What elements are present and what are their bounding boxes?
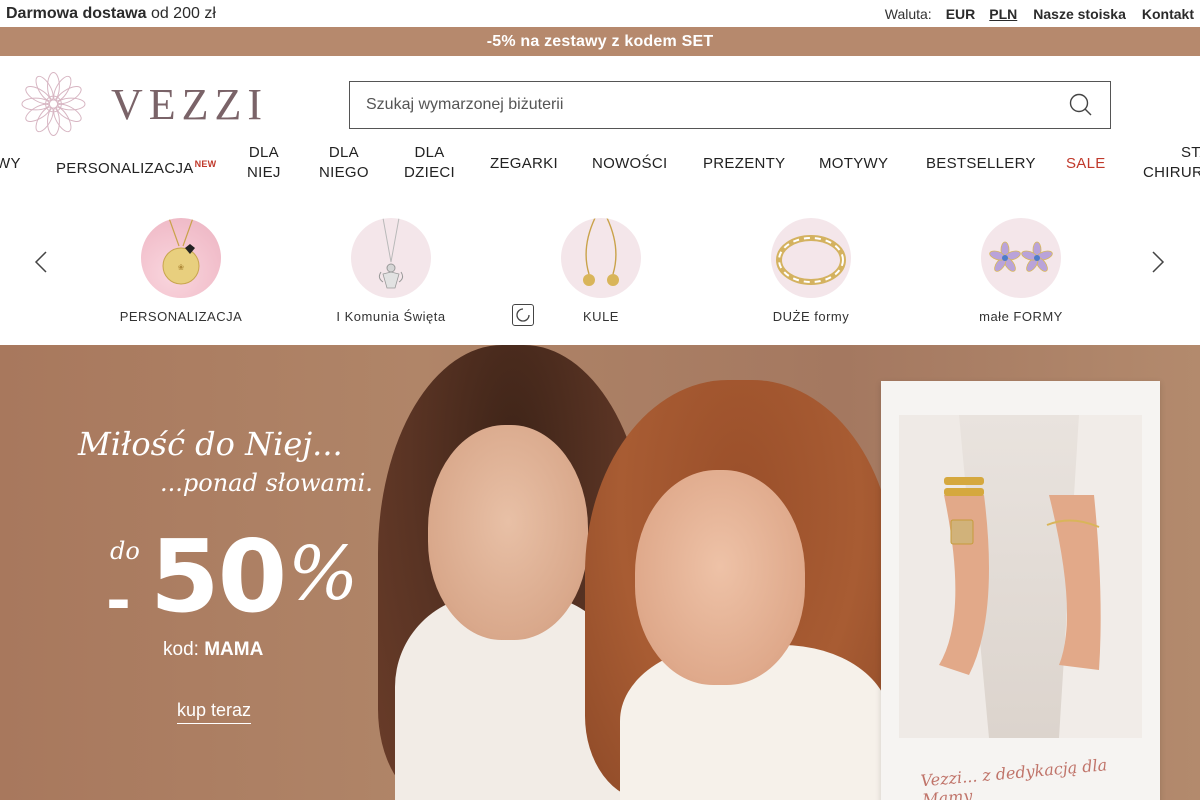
mandala-logo-icon — [21, 71, 86, 137]
nav-item-dla-dzieci[interactable]: DLA DZIECI — [404, 143, 455, 183]
promo-bar[interactable]: -5% na zestawy z kodem SET — [0, 27, 1200, 56]
nav-label: PREZENTY — [703, 155, 786, 172]
search-icon[interactable] — [1068, 92, 1094, 118]
promo-code-value: MAMA — [204, 639, 264, 660]
nav-label: WY — [0, 155, 21, 172]
discount-value: 50 — [150, 518, 287, 635]
nav-label: NOWOŚCI — [592, 155, 668, 172]
polaroid-photo: Vezzi... z dedykacją dla Mamy — [881, 381, 1160, 800]
category-duze-formy[interactable]: DUŻE formy — [721, 218, 901, 324]
nav-label: NIEGO — [319, 164, 369, 181]
nav-label: NIEJ — [247, 164, 281, 181]
contact-link[interactable]: Kontakt — [1142, 6, 1194, 22]
hero-banner[interactable]: Miłość do Niej... ...ponad słowami. do -… — [0, 345, 1200, 800]
utility-links: Waluta: EUR PLN Nasze stoiska Kontakt — [885, 6, 1194, 22]
nav-label: DLA — [248, 144, 279, 161]
nav-label: PERSONALIZACJA — [56, 160, 194, 177]
free-shipping-bold: Darmowa dostawa — [6, 4, 147, 22]
nav-label: MOTYWY — [819, 155, 889, 172]
nav-item-sale[interactable]: SALE — [1066, 154, 1106, 174]
currency-label: Waluta: — [884, 5, 932, 22]
category-carousel: ❀ PERSONALIZACJA I Komunia Święta KULE D… — [0, 210, 1200, 330]
angel-necklace-image — [351, 218, 431, 298]
nav-label: CHIRUR — [1143, 164, 1200, 181]
stores-link[interactable]: Nasze stoiska — [1033, 6, 1126, 22]
ball-necklace-image — [561, 218, 641, 298]
chevron-left-icon[interactable] — [30, 250, 54, 274]
category-personalizacja[interactable]: ❀ PERSONALIZACJA — [91, 218, 271, 324]
logo-wordmark: VEZZI — [110, 79, 268, 129]
svg-text:❀: ❀ — [178, 263, 185, 272]
engraved-pendant-image: ❀ — [141, 218, 221, 298]
shop-now-link[interactable]: kup teraz — [177, 700, 252, 724]
logo[interactable]: VEZZI — [18, 68, 268, 140]
category-label: KULE — [583, 309, 619, 324]
free-shipping-threshold: od 200 zł — [150, 4, 216, 22]
category-label: PERSONALIZACJA — [119, 309, 243, 324]
currency-eur[interactable]: EUR — [946, 6, 976, 22]
hero-headline-line1: Miłość do Niej... — [78, 425, 343, 463]
nav-label: DZIECI — [404, 164, 455, 181]
free-shipping-notice: Darmowa dostawa od 200 zł — [6, 5, 216, 23]
nav-label: ZEGARKI — [490, 155, 558, 172]
nav-item-motywy[interactable]: MOTYWY — [819, 154, 888, 174]
nav-label: SALE — [1066, 155, 1106, 172]
top-utility-bar: Darmowa dostawa od 200 zł Waluta: EUR PL… — [0, 0, 1200, 27]
flower-earrings-image — [981, 218, 1061, 298]
nav-label: DLA — [328, 144, 359, 161]
category-komunia[interactable]: I Komunia Święta — [301, 218, 481, 324]
nav-label: DLA — [414, 144, 445, 161]
nav-item-partial-right[interactable]: STA CHIRUR — [1143, 143, 1200, 183]
category-label: I Komunia Święta — [336, 309, 446, 324]
model-right-face — [635, 470, 805, 685]
nav-item-bestsellery[interactable]: BESTSELLERY — [926, 154, 1036, 174]
main-navigation: WY PERSONALIZACJANEW DLA NIEJ DLA NIEGO … — [0, 143, 1200, 185]
nav-label: BESTSELLERY — [926, 155, 1036, 172]
category-kule[interactable]: KULE — [511, 218, 691, 324]
discount-sign: - — [106, 566, 131, 636]
model-left-face — [428, 425, 588, 640]
search-input[interactable]: Szukaj wymarzonej biżuterii — [366, 96, 1068, 114]
nav-item-zegarki[interactable]: ZEGARKI — [490, 154, 558, 174]
category-label: DUŻE formy — [772, 309, 850, 324]
hero-headline-line2: ...ponad słowami. — [160, 469, 373, 497]
chevron-right-icon[interactable] — [1145, 250, 1169, 274]
discount-unit: % — [288, 531, 359, 617]
promo-code: kod: MAMA — [163, 639, 263, 661]
currency-pln[interactable]: PLN — [989, 6, 1017, 22]
nav-label: STA — [1181, 144, 1200, 161]
loading-spinner-icon — [512, 304, 534, 326]
nav-item-nowosci[interactable]: NOWOŚCI — [592, 154, 667, 174]
search-bar[interactable]: Szukaj wymarzonej biżuterii — [349, 81, 1111, 129]
nav-item-dla-niej[interactable]: DLA NIEJ — [247, 143, 281, 183]
promo-code-label: kod: — [163, 639, 199, 660]
nav-item-personalizacja[interactable]: PERSONALIZACJANEW — [56, 154, 216, 179]
nav-item-dla-niego[interactable]: DLA NIEGO — [319, 143, 369, 183]
category-male-formy[interactable]: małe FORMY — [931, 218, 1111, 324]
new-badge: NEW — [194, 159, 217, 169]
polaroid-caption: Vezzi... z dedykacją dla Mamy — [919, 755, 1108, 800]
nav-item-prezenty[interactable]: PREZENTY — [703, 154, 785, 174]
category-label: małe FORMY — [979, 309, 1063, 324]
discount-prefix: do — [110, 537, 140, 565]
chunky-bracelet-image — [771, 218, 851, 298]
nav-item-partial-left[interactable]: WY — [0, 154, 21, 174]
bracelets-photo — [899, 415, 1142, 738]
